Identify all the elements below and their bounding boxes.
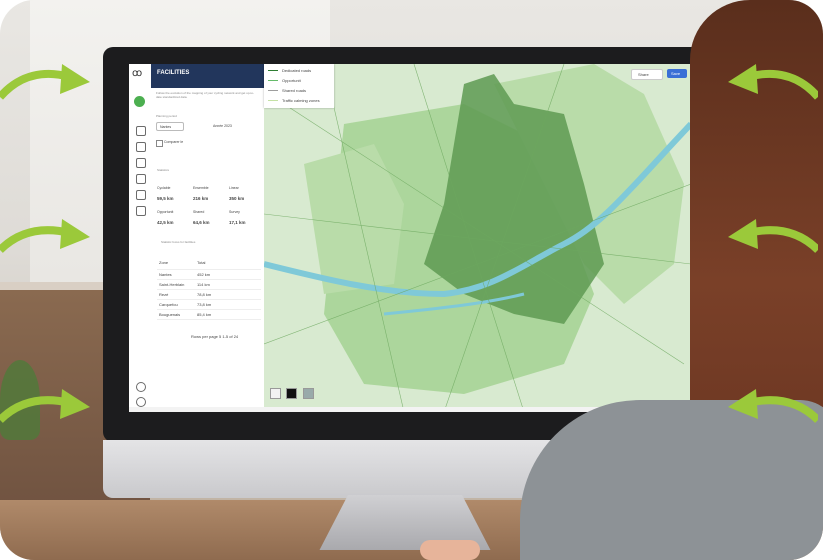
arrow-left-icon (728, 64, 818, 100)
cell-zone: Nantes (159, 272, 172, 277)
person-hand (420, 540, 480, 560)
save-button[interactable]: Save (667, 69, 687, 78)
period-value[interactable]: Année 2023 (213, 124, 232, 128)
cell-zone: Bouguenais (159, 312, 181, 317)
compare-label: Comparer le (164, 140, 184, 144)
stat-label: Ensemble (193, 186, 209, 190)
stat-value: 64,6 km (193, 220, 210, 225)
stat-value: 216 km (193, 196, 209, 201)
table-header: Statistic focus for facilities (161, 240, 196, 244)
table-row[interactable]: Saint-Herblain 114 km (157, 280, 261, 290)
table-row[interactable]: Bouguenais 85,4 km (157, 310, 261, 320)
layers-icon[interactable] (136, 126, 146, 136)
users-icon[interactable] (136, 158, 146, 168)
region-select[interactable]: Nantes (156, 122, 184, 131)
cell-zone: Carquefou (159, 302, 178, 307)
arrow-right-icon (0, 64, 90, 100)
stat-value: 59,5 km (157, 196, 174, 201)
stat-label: Linear (229, 186, 239, 190)
cell-total: 114 km (197, 282, 210, 287)
compare-checkbox[interactable] (156, 140, 163, 147)
bike-logo-icon: ꝏ (132, 68, 143, 79)
user-icon[interactable] (136, 382, 146, 392)
arrow-left-icon (728, 219, 818, 253)
avatar[interactable] (134, 96, 145, 107)
table-head-row: Zone Total (157, 260, 261, 270)
panel-intro: Follow the evolution of the mapping of y… (156, 91, 255, 99)
cell-total: 73,8 km (197, 302, 212, 307)
column-header[interactable]: Zone (159, 260, 168, 265)
stat-value: 17,1 km (229, 220, 246, 225)
legend-swatch (268, 100, 278, 101)
column-header[interactable]: Total (197, 260, 205, 265)
table-row[interactable]: Rezé 78,8 km (157, 290, 261, 300)
facilities-panel: FACILITIES Follow the evolution of the m… (151, 64, 265, 412)
table-row[interactable]: Carquefou 73,8 km (157, 300, 261, 310)
map-view[interactable]: Dedicated roads Opportunit Shared roads … (263, 64, 691, 412)
help-icon[interactable] (136, 397, 146, 407)
cell-total: 452 km (197, 272, 211, 277)
save-button-label: Save (671, 71, 681, 76)
table-row[interactable]: Nantes 452 km (157, 270, 261, 280)
map-canvas (263, 64, 691, 412)
stat-label: Opportunit (157, 210, 174, 214)
chart-icon[interactable] (136, 142, 146, 152)
basemap-switcher[interactable] (270, 386, 315, 404)
settings-icon[interactable] (136, 206, 146, 216)
share-button-label: Share (638, 72, 649, 77)
cell-total: 78,8 km (197, 292, 212, 297)
compass-icon[interactable] (136, 174, 146, 184)
legend-item: Dedicated roads (282, 68, 312, 73)
stat-label: Survey (229, 210, 240, 214)
basemap-dark[interactable] (286, 388, 298, 399)
stat-value: 350 km (229, 196, 245, 201)
stat-value: 42,5 km (157, 220, 174, 225)
legend-item: Opportunit (282, 78, 301, 83)
stat-label: Cyclable (157, 186, 171, 190)
legend-item: Shared roads (282, 88, 307, 93)
pin-icon[interactable] (136, 190, 146, 200)
cell-total: 85,4 km (197, 312, 212, 317)
arrow-left-icon (728, 389, 818, 423)
share-button[interactable]: Share (631, 69, 663, 80)
legend-swatch (268, 80, 278, 81)
legend-swatch (268, 90, 278, 91)
statistics-label: Statistics (157, 168, 170, 172)
legend-item: Traffic calming zones (282, 98, 320, 103)
monitor-screen: ꝏ FACILITIES Follow the evolution of the… (129, 64, 691, 412)
legend-swatch (268, 70, 278, 71)
cell-zone: Saint-Herblain (159, 282, 185, 287)
arrow-right-icon (0, 219, 90, 253)
basemap-light[interactable] (270, 388, 281, 399)
basemap-satellite[interactable] (302, 388, 314, 399)
panel-title: FACILITIES (151, 64, 264, 88)
facilities-table: Zone Total Nantes 452 km Saint-Herblain … (157, 260, 261, 320)
photo-scene: ꝏ FACILITIES Follow the evolution of the… (0, 0, 823, 560)
arrow-right-icon (0, 389, 90, 423)
map-legend: Dedicated roads Opportunit Shared roads … (264, 64, 334, 108)
planning-period-label: Planning period (156, 114, 177, 118)
stat-label: Shared (193, 210, 205, 214)
app-rail: ꝏ (129, 64, 152, 412)
cell-zone: Rezé (159, 292, 169, 297)
table-pagination[interactable]: Rows per page 5 1-5 of 24 (191, 334, 238, 339)
